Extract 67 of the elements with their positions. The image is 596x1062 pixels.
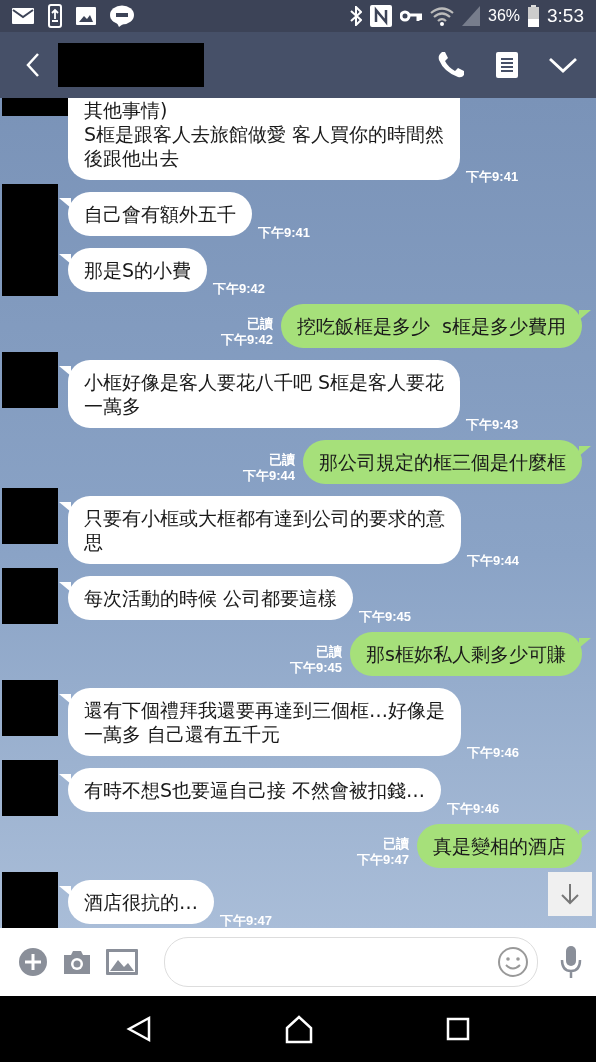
clock: 3:53 <box>547 5 584 27</box>
wifi-icon <box>430 6 454 26</box>
add-button[interactable] <box>18 947 48 977</box>
read-receipt: 已讀 <box>316 644 343 660</box>
microphone-button[interactable] <box>560 945 582 979</box>
message-time: 下午9:47 <box>220 912 273 928</box>
image-button[interactable] <box>106 949 138 975</box>
message-bubble: 那s框妳私人剩多少可賺 <box>350 632 582 676</box>
down-arrow-icon[interactable] <box>559 882 581 906</box>
bubble-tail <box>59 198 71 208</box>
message-bubble: 只要有小框或大框都有達到公司的要求的意 思 <box>68 496 461 564</box>
message-bubble: 其他事情) S框是跟客人去旅館做愛 客人買你的時間然 後跟他出去 <box>68 98 461 180</box>
message-time: 下午9:46 <box>447 800 500 818</box>
message-bubble: 有時不想S也要逼自己接 不然會被扣錢… <box>68 768 442 812</box>
scroll-down-button[interactable] <box>548 872 592 916</box>
bubble-tail <box>59 254 71 264</box>
phone-download-icon <box>48 4 62 28</box>
redacted-avatar <box>2 760 58 816</box>
message-time: 下午9:44 <box>467 552 520 570</box>
read-receipt: 已讀 <box>383 836 409 852</box>
message-bubble: 酒店很抗的… <box>68 880 214 924</box>
message-time: 下午9:46 <box>467 744 520 762</box>
bubble-tail <box>59 502 71 512</box>
bubble-tail <box>59 886 71 896</box>
message-bubble: 真是變相的酒店 <box>417 824 582 868</box>
message-time: 下午9:45 <box>290 660 343 676</box>
redacted-avatar <box>2 98 70 116</box>
message-bubble: 那公司規定的框三個是什麼框 <box>303 440 582 484</box>
battery-icon <box>528 5 539 27</box>
redacted-avatar <box>2 240 58 296</box>
message-bubble: 自己會有額外五千 <box>68 192 252 236</box>
bubble-tail <box>59 774 71 784</box>
bubble-tail <box>59 582 71 592</box>
bluetooth-icon <box>350 6 362 26</box>
message-time: 下午9:41 <box>258 224 311 242</box>
emoji-icon[interactable] <box>497 946 529 978</box>
redacted-avatar <box>2 488 58 544</box>
redacted-avatar <box>2 184 58 240</box>
message-bubble: 那是S的小費 <box>68 248 208 292</box>
read-receipt: 已讀 <box>269 452 295 468</box>
battery-percent: 36% <box>488 7 520 25</box>
signal-icon <box>462 6 480 26</box>
key-icon <box>400 10 422 22</box>
message-time: 下午9:44 <box>242 468 295 484</box>
chat-bubble-icon <box>110 5 134 27</box>
message-time: 下午9:47 <box>356 852 409 868</box>
redacted-avatar <box>2 872 58 928</box>
message-time: 下午9:43 <box>466 416 519 434</box>
message-time: 下午9:42 <box>213 280 266 298</box>
mail-icon <box>12 8 34 24</box>
message-field[interactable] <box>164 937 538 987</box>
redacted-avatar <box>2 352 58 408</box>
image-icon <box>76 7 96 25</box>
redacted-avatar <box>2 680 58 736</box>
nfc-icon <box>370 5 392 27</box>
message-time: 下午9:42 <box>221 332 273 348</box>
message-bubble: 挖吃飯框是多少 s框是多少費用 <box>281 304 582 348</box>
message-bubble: 每次活動的時候 公司都要這樣 <box>68 576 354 620</box>
message-time: 下午9:41 <box>466 168 519 186</box>
camera-button[interactable] <box>62 949 92 975</box>
message-bubble: 還有下個禮拜我還要再達到三個框…好像是 一萬多 自己還有五千元 <box>68 688 461 756</box>
message-bubble: 小框好像是客人要花八千吧 S框是客人要花 一萬多 <box>68 360 461 428</box>
read-receipt: 已讀 <box>247 316 273 332</box>
redacted-avatar <box>2 568 58 624</box>
bubble-tail <box>59 366 71 376</box>
bubble-tail <box>59 694 71 704</box>
message-time: 下午9:45 <box>359 608 412 626</box>
